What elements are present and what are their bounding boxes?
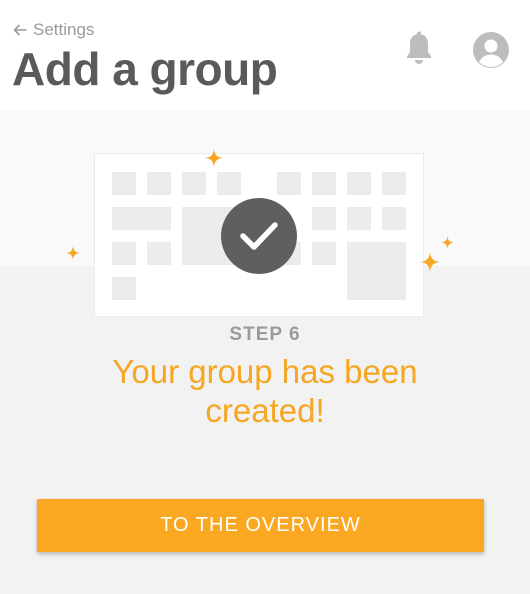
back-link[interactable]: Settings	[13, 20, 94, 40]
grid-cell	[147, 172, 171, 195]
grid-cell	[382, 207, 406, 230]
grid-cell	[312, 242, 336, 265]
success-badge	[221, 198, 297, 274]
to-overview-button[interactable]: TO THE OVERVIEW	[37, 499, 484, 552]
grid-cell	[112, 242, 136, 265]
profile-button[interactable]	[472, 31, 510, 74]
grid-cell	[277, 172, 301, 195]
grid-cell	[217, 172, 241, 195]
user-avatar-icon	[473, 32, 509, 68]
grid-cell	[112, 172, 136, 195]
notifications-button[interactable]	[404, 31, 434, 72]
back-link-label: Settings	[33, 20, 95, 39]
grid-cell	[312, 207, 336, 230]
page-title: Add a group	[12, 43, 278, 95]
sparkle-icon	[66, 246, 80, 260]
grid-cell	[312, 172, 336, 195]
step-indicator: STEP 6	[229, 324, 301, 345]
grid-cell	[347, 242, 406, 300]
success-message: Your group has been created!	[112, 353, 418, 429]
checkmark-icon	[240, 222, 278, 250]
header: Settings Add a group	[0, 0, 530, 110]
bell-icon	[407, 31, 431, 64]
sparkle-icon	[441, 236, 454, 249]
grid-cell	[112, 277, 136, 300]
grid-cell	[182, 172, 206, 195]
sparkle-icon	[205, 149, 223, 167]
grid-cell	[347, 207, 371, 230]
grid-cell	[347, 172, 371, 195]
grid-cell	[112, 207, 171, 230]
grid-cell	[147, 242, 171, 265]
sparkle-icon	[420, 252, 440, 272]
grid-cell	[382, 172, 406, 195]
arrow-left-icon	[13, 24, 27, 36]
